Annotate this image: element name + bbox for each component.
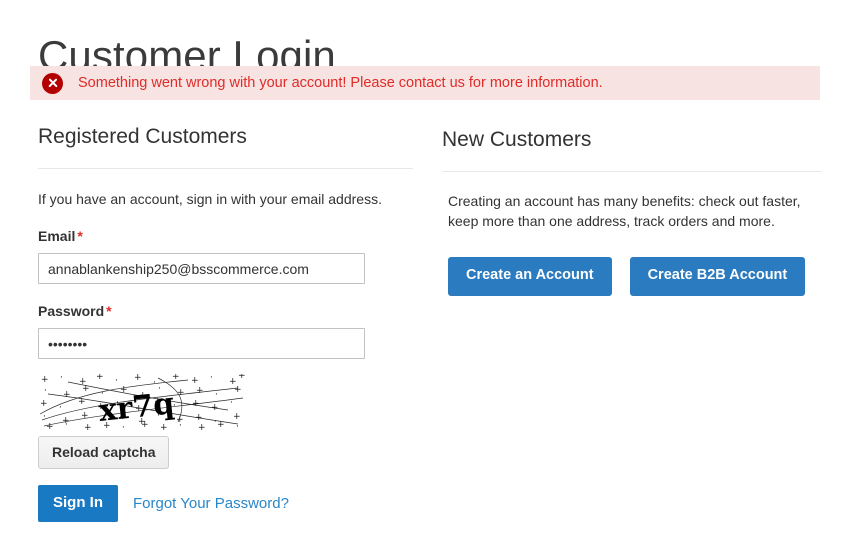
- email-input[interactable]: [38, 253, 365, 284]
- captcha-group: + · + + · + · + + · + + · + + · + + · + + · + + · + + · + +…: [38, 374, 413, 469]
- registered-divider: [38, 168, 413, 169]
- svg-text:+: +: [41, 375, 49, 385]
- svg-text:·: ·: [65, 420, 68, 430]
- svg-text:+: +: [40, 399, 48, 409]
- svg-text:+: +: [96, 374, 104, 382]
- svg-text:+: +: [195, 413, 203, 423]
- svg-text:+: +: [196, 386, 204, 396]
- svg-text:·: ·: [210, 374, 213, 383]
- password-label: Password *: [38, 302, 413, 320]
- svg-text:+: +: [78, 397, 86, 407]
- password-label-text: Password: [38, 303, 105, 319]
- password-field-group: Password *: [38, 302, 413, 359]
- error-message-text: Something went wrong with your account! …: [78, 75, 603, 91]
- svg-text:+: +: [192, 399, 200, 409]
- new-customers-block: New Customers Creating an account has ma…: [442, 118, 822, 296]
- svg-text:·: ·: [59, 403, 62, 413]
- svg-text:+: +: [233, 412, 241, 422]
- email-label-text: Email: [38, 228, 76, 244]
- svg-text:+: +: [82, 384, 90, 394]
- svg-text:·: ·: [115, 376, 118, 386]
- create-b2b-account-button[interactable]: Create B2B Account: [629, 257, 806, 296]
- svg-text:+: +: [217, 420, 225, 430]
- error-circle-x-icon: [42, 72, 63, 94]
- svg-text:+: +: [191, 376, 199, 386]
- customer-login-page: Customer Login Something went wrong with…: [0, 0, 850, 542]
- registered-customers-heading: Registered Customers: [38, 125, 247, 148]
- svg-text:·: ·: [43, 412, 46, 422]
- registered-customers-intro: If you have an account, sign in with you…: [38, 191, 382, 207]
- svg-text:·: ·: [153, 378, 156, 388]
- svg-text:+: +: [46, 422, 54, 431]
- svg-text:+: +: [211, 403, 219, 413]
- forgot-password-link[interactable]: Forgot Your Password?: [133, 495, 289, 513]
- svg-text:+: +: [234, 385, 242, 395]
- email-field-group: Email *: [38, 227, 413, 284]
- reload-captcha-button[interactable]: Reload captcha: [38, 436, 170, 469]
- captcha-image: + · + + · + ·+ + · ++ · ++ · ++ · + + · + + ·+ + ·+ +…: [38, 374, 245, 431]
- svg-text:+: +: [84, 423, 92, 431]
- svg-text:·: ·: [230, 398, 233, 408]
- login-actions-toolbar: Sign In Forgot Your Password?: [38, 485, 413, 522]
- create-account-button[interactable]: Create an Account: [448, 257, 612, 296]
- svg-text:·: ·: [179, 421, 182, 431]
- email-required-asterisk: *: [77, 228, 83, 244]
- svg-text:·: ·: [236, 422, 239, 431]
- password-input[interactable]: [38, 328, 365, 359]
- svg-text:+: +: [63, 390, 71, 400]
- svg-text:+: +: [177, 388, 185, 398]
- password-required-asterisk: *: [106, 303, 112, 319]
- svg-text:·: ·: [215, 390, 218, 400]
- svg-text:+: +: [172, 374, 180, 382]
- email-label: Email *: [38, 227, 413, 245]
- svg-text:+: +: [81, 411, 89, 421]
- new-customers-actions: Create an Account Create B2B Account: [442, 257, 822, 296]
- svg-text:·: ·: [60, 374, 63, 383]
- svg-text:+: +: [198, 423, 206, 431]
- svg-text:+: +: [160, 423, 168, 431]
- registered-customers-block: Registered Customers If you have an acco…: [38, 118, 413, 522]
- svg-text:·: ·: [44, 386, 47, 396]
- sign-in-button[interactable]: Sign In: [38, 485, 118, 522]
- new-customers-divider: [442, 171, 822, 172]
- error-message-banner: Something went wrong with your account! …: [30, 66, 820, 100]
- svg-text:+: +: [134, 374, 142, 383]
- svg-text:+: +: [238, 374, 245, 381]
- new-customers-intro: Creating an account has many benefits: c…: [448, 193, 801, 229]
- new-customers-heading: New Customers: [442, 128, 592, 151]
